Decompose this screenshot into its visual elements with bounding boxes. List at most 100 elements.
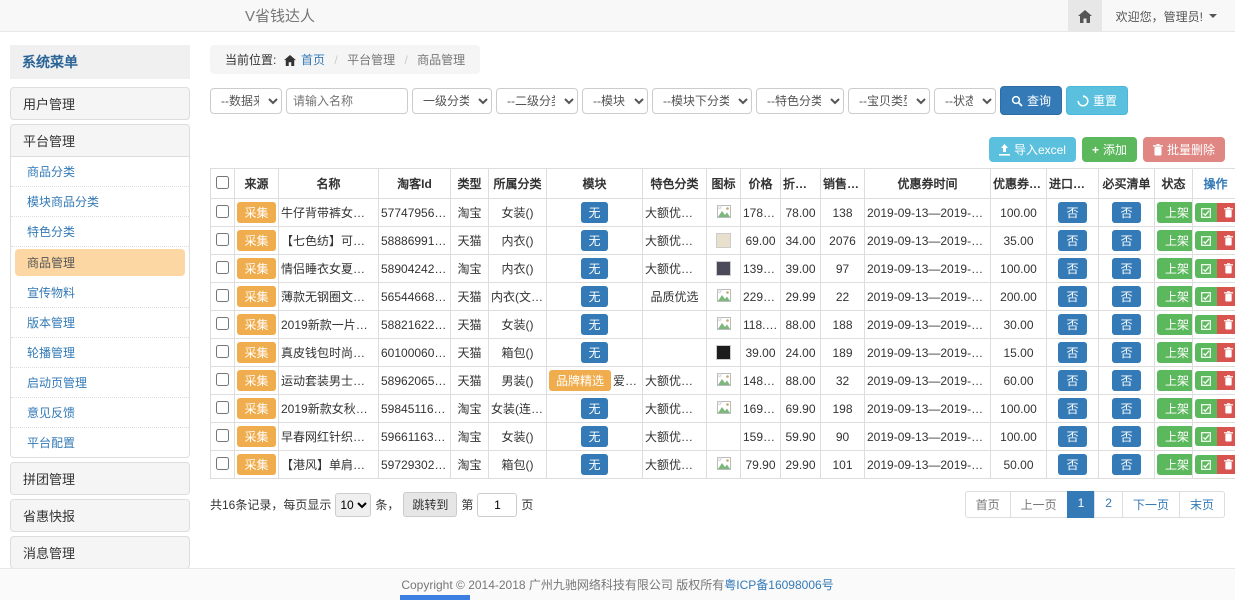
mustbuy-toggle-button[interactable]: 否: [1112, 202, 1140, 223]
status-button[interactable]: 上架: [1157, 286, 1193, 307]
status-button[interactable]: 上架: [1157, 454, 1193, 475]
status-button[interactable]: 上架: [1157, 258, 1193, 279]
import-toggle-button[interactable]: 否: [1058, 398, 1086, 419]
level2-category-select[interactable]: --二级分类--: [496, 88, 578, 114]
delete-button[interactable]: [1217, 315, 1235, 334]
home-button[interactable]: [1068, 0, 1102, 32]
import-toggle-button[interactable]: 否: [1058, 202, 1086, 223]
jump-button[interactable]: 跳转到: [403, 492, 457, 517]
pager-button-2[interactable]: 2: [1094, 491, 1123, 518]
sidebar-item-省惠快报[interactable]: 省惠快报: [11, 500, 189, 531]
sidebar-item-消息管理[interactable]: 消息管理: [11, 537, 189, 568]
delete-button[interactable]: [1217, 371, 1235, 390]
mustbuy-toggle-button[interactable]: 否: [1112, 230, 1140, 251]
edit-button[interactable]: [1195, 371, 1217, 390]
sidebar-subitem-平台配置[interactable]: 平台配置: [11, 428, 189, 457]
sidebar-subitem-特色分类[interactable]: 特色分类: [11, 217, 189, 247]
delete-button[interactable]: [1217, 343, 1235, 362]
mustbuy-toggle-button[interactable]: 否: [1112, 286, 1140, 307]
edit-button[interactable]: [1195, 315, 1217, 334]
pager-button-1[interactable]: 1: [1067, 491, 1096, 518]
import-toggle-button[interactable]: 否: [1058, 426, 1086, 447]
delete-button[interactable]: [1217, 259, 1235, 278]
name-search-input[interactable]: [286, 88, 408, 114]
delete-button[interactable]: [1217, 287, 1235, 306]
sidebar-item-拼团管理[interactable]: 拼团管理: [11, 463, 189, 494]
import-toggle-button[interactable]: 否: [1058, 230, 1086, 251]
status-button[interactable]: 上架: [1157, 398, 1193, 419]
import-toggle-button[interactable]: 否: [1058, 286, 1086, 307]
delete-button[interactable]: [1217, 231, 1235, 250]
breadcrumb-home-link[interactable]: 首页: [301, 53, 325, 67]
row-checkbox[interactable]: [216, 317, 229, 330]
module-sub-select[interactable]: --模块下分类--: [652, 88, 752, 114]
sidebar-subitem-启动页管理[interactable]: 启动页管理: [11, 368, 189, 398]
pager-button-下一页[interactable]: 下一页: [1122, 491, 1180, 518]
import-toggle-button[interactable]: 否: [1058, 370, 1086, 391]
mustbuy-toggle-button[interactable]: 否: [1112, 426, 1140, 447]
row-checkbox[interactable]: [216, 233, 229, 246]
data-source-select[interactable]: --数据来源--: [210, 88, 282, 114]
sidebar-subitem-轮播管理[interactable]: 轮播管理: [11, 338, 189, 368]
pager-button-首页[interactable]: 首页: [965, 491, 1011, 518]
mustbuy-toggle-button[interactable]: 否: [1112, 258, 1140, 279]
mustbuy-toggle-button[interactable]: 否: [1112, 342, 1140, 363]
import-toggle-button[interactable]: 否: [1058, 314, 1086, 335]
delete-button[interactable]: [1217, 203, 1235, 222]
edit-button[interactable]: [1195, 455, 1217, 474]
status-button[interactable]: 上架: [1157, 230, 1193, 251]
delete-button[interactable]: [1217, 399, 1235, 418]
status-button[interactable]: 上架: [1157, 342, 1193, 363]
status-button[interactable]: 上架: [1157, 426, 1193, 447]
mustbuy-toggle-button[interactable]: 否: [1112, 454, 1140, 475]
icp-link[interactable]: 粤ICP备16098006号: [724, 576, 833, 593]
status-button[interactable]: 上架: [1157, 202, 1193, 223]
reset-button[interactable]: 重置: [1066, 86, 1128, 115]
row-checkbox[interactable]: [216, 373, 229, 386]
status-button[interactable]: 上架: [1157, 370, 1193, 391]
sidebar-item-用户管理[interactable]: 用户管理: [11, 88, 189, 119]
query-button[interactable]: 查询: [1000, 86, 1062, 115]
row-checkbox[interactable]: [216, 205, 229, 218]
import-toggle-button[interactable]: 否: [1058, 342, 1086, 363]
edit-button[interactable]: [1195, 427, 1217, 446]
select-all-checkbox[interactable]: [216, 176, 229, 189]
sidebar-subitem-版本管理[interactable]: 版本管理: [11, 308, 189, 338]
level1-category-select[interactable]: 一级分类: [412, 88, 492, 114]
import-excel-button[interactable]: 导入excel: [989, 137, 1076, 162]
import-toggle-button[interactable]: 否: [1058, 454, 1086, 475]
batch-delete-button[interactable]: 批量删除: [1143, 137, 1225, 162]
module-select[interactable]: --模块--: [582, 88, 648, 114]
sidebar-subitem-商品分类[interactable]: 商品分类: [11, 157, 189, 187]
row-checkbox[interactable]: [216, 457, 229, 470]
sidebar-subitem-宣传物料[interactable]: 宣传物料: [11, 278, 189, 308]
item-type-select[interactable]: --宝贝类型--: [848, 88, 930, 114]
pager-button-末页[interactable]: 末页: [1179, 491, 1225, 518]
row-checkbox[interactable]: [216, 345, 229, 358]
delete-button[interactable]: [1217, 455, 1235, 474]
mustbuy-toggle-button[interactable]: 否: [1112, 370, 1140, 391]
row-checkbox[interactable]: [216, 261, 229, 274]
mustbuy-toggle-button[interactable]: 否: [1112, 314, 1140, 335]
pager-button-上一页[interactable]: 上一页: [1010, 491, 1068, 518]
page-number-input[interactable]: [477, 493, 517, 517]
row-checkbox[interactable]: [216, 429, 229, 442]
row-checkbox[interactable]: [216, 401, 229, 414]
edit-button[interactable]: [1195, 287, 1217, 306]
delete-button[interactable]: [1217, 427, 1235, 446]
status-button[interactable]: 上架: [1157, 314, 1193, 335]
sidebar-subitem-模块商品分类[interactable]: 模块商品分类: [11, 187, 189, 217]
edit-button[interactable]: [1195, 399, 1217, 418]
add-button[interactable]: + 添加: [1082, 137, 1137, 162]
edit-button[interactable]: [1195, 259, 1217, 278]
user-dropdown[interactable]: 欢迎您，管理员!: [1102, 8, 1235, 25]
sidebar-item-平台管理[interactable]: 平台管理: [11, 125, 189, 156]
status-select[interactable]: --状态--: [934, 88, 996, 114]
sidebar-subitem-商品管理[interactable]: 商品管理: [15, 249, 185, 276]
per-page-select[interactable]: 10: [335, 493, 371, 517]
feature-category-select[interactable]: --特色分类--: [756, 88, 844, 114]
sidebar-subitem-意见反馈[interactable]: 意见反馈: [11, 398, 189, 428]
edit-button[interactable]: [1195, 343, 1217, 362]
horizontal-scrollbar-thumb[interactable]: [400, 595, 470, 600]
mustbuy-toggle-button[interactable]: 否: [1112, 398, 1140, 419]
